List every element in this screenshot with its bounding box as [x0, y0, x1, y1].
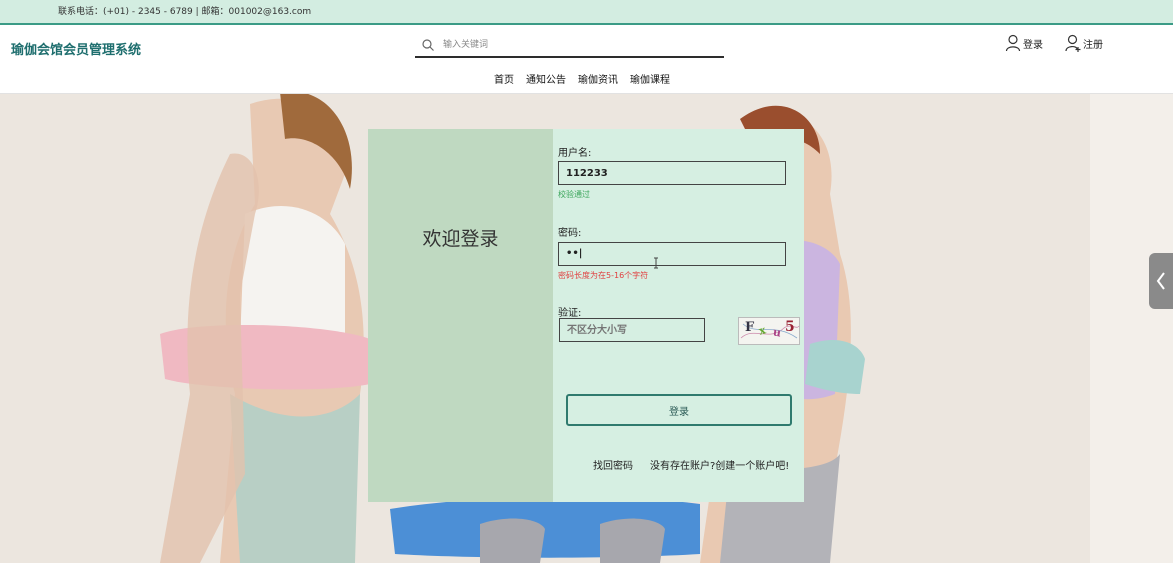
search-input[interactable]: [443, 36, 713, 54]
login-button[interactable]: 登录: [566, 394, 792, 426]
captcha-image[interactable]: F x u 5: [738, 317, 800, 345]
captcha-char: 5: [785, 319, 795, 335]
password-label: 密码:: [558, 228, 582, 239]
username-field[interactable]: [558, 161, 786, 185]
add-user-icon: [1065, 34, 1081, 52]
contact-bar: 联系电话：(+01) - 2345 - 6789 | 邮箱：001002@163…: [0, 0, 1173, 25]
login-label: 登录: [1023, 39, 1043, 51]
nav-courses[interactable]: 瑜伽课程: [630, 71, 670, 86]
register-label: 注册: [1083, 39, 1103, 51]
captcha-char: F: [745, 320, 755, 335]
forgot-password-link[interactable]: 找回密码: [593, 457, 633, 472]
login-link[interactable]: 登录: [1005, 34, 1043, 52]
main-nav: 首页 通知公告 瑜伽资讯 瑜伽课程: [494, 71, 670, 86]
nav-news[interactable]: 瑜伽资讯: [578, 71, 618, 86]
login-card: 欢迎登录 用户名: 校验通过 密码: ••| 密码长度为在5-16个字符 验证:…: [368, 129, 804, 502]
password-validation-message: 密码长度为在5-16个字符: [558, 271, 649, 280]
side-panel-toggle[interactable]: [1149, 253, 1173, 309]
captcha-input[interactable]: [559, 318, 705, 342]
welcome-panel: 欢迎登录: [368, 129, 553, 502]
create-account-link[interactable]: 没有存在账户?创建一个账户吧!: [650, 457, 789, 472]
nav-notices[interactable]: 通知公告: [526, 71, 566, 86]
username-label: 用户名:: [558, 148, 592, 159]
nav-home[interactable]: 首页: [494, 71, 514, 86]
captcha-label: 验证:: [558, 308, 582, 319]
site-header: 瑜伽会馆会员管理系统 登录 注册 首页 通知公告 瑜伽资讯 瑜伽课程: [0, 25, 1173, 94]
login-form: 用户名: 校验通过 密码: ••| 密码长度为在5-16个字符 验证: F x …: [553, 129, 804, 502]
username-validation-message: 校验通过: [558, 190, 590, 199]
search-icon: [422, 39, 434, 51]
welcome-title: 欢迎登录: [422, 228, 499, 250]
password-field[interactable]: ••|: [558, 242, 786, 266]
search-box[interactable]: [415, 34, 724, 58]
text-cursor-icon: [654, 257, 658, 269]
contact-info: 联系电话：(+01) - 2345 - 6789 | 邮箱：001002@163…: [58, 7, 312, 17]
site-logo: 瑜伽会馆会员管理系统: [11, 43, 142, 58]
chevron-left-icon: [1156, 272, 1165, 290]
user-icon: [1005, 34, 1021, 52]
register-link[interactable]: 注册: [1065, 34, 1103, 52]
